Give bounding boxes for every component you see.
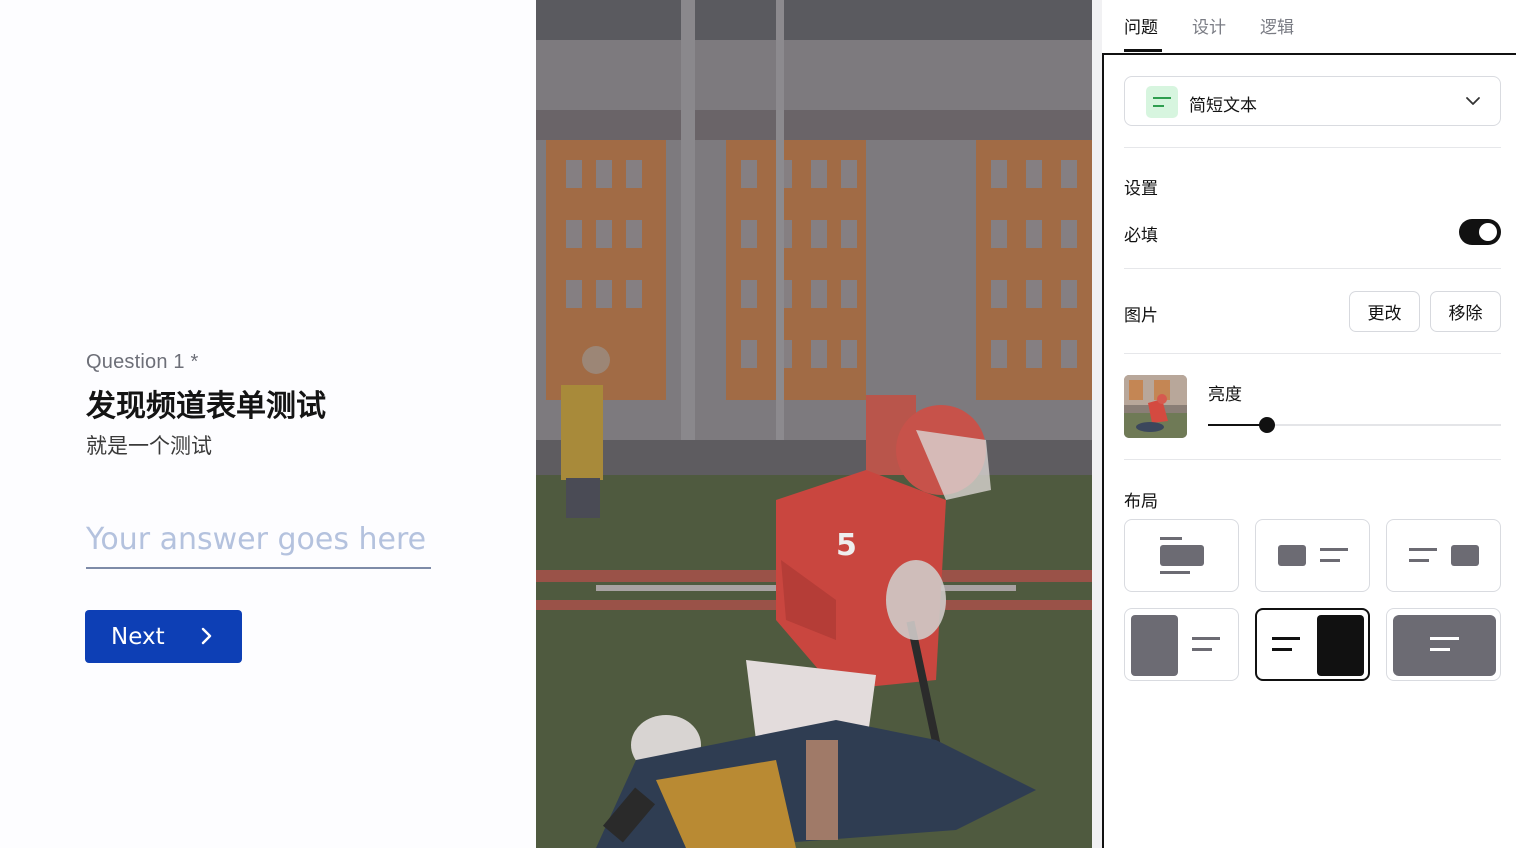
remove-image-button[interactable]: 移除 (1430, 291, 1501, 332)
question-image: 5 (536, 0, 1092, 848)
panel-body: 简短文本 设置 必填 图片 更改 移除 亮度 布局 (1102, 53, 1516, 848)
required-label: 必填 (1124, 226, 1158, 246)
image-thumbnail (1124, 375, 1187, 438)
settings-panel: 问题 设计 逻辑 简短文本 设置 必填 图片 更改 移除 亮度 布局 (1092, 0, 1516, 848)
layout-image-top-icon (1160, 537, 1204, 574)
layout-option-image-right-split[interactable] (1255, 608, 1370, 681)
divider (1124, 459, 1501, 460)
tab-design[interactable]: 设计 (1192, 13, 1226, 38)
question-type-select[interactable]: 简短文本 (1124, 76, 1501, 126)
layout-image-right-split-icon (1272, 615, 1364, 676)
layout-image-right-inline-icon (1409, 545, 1479, 566)
next-button-label: Next (111, 623, 165, 650)
short-text-icon (1146, 86, 1178, 118)
active-tab-indicator (1124, 49, 1162, 52)
answer-input[interactable] (86, 512, 431, 569)
divider (1124, 353, 1501, 354)
layout-image-left-inline-icon (1278, 545, 1348, 566)
tab-logic[interactable]: 逻辑 (1260, 13, 1294, 38)
question-title[interactable]: 发现频道表单测试 (86, 381, 326, 425)
chevron-down-icon (1466, 97, 1480, 105)
layout-option-image-right-inline[interactable] (1386, 519, 1501, 592)
panel-gutter (1092, 0, 1102, 848)
layout-option-image-left-inline[interactable] (1255, 519, 1370, 592)
required-toggle[interactable] (1459, 219, 1501, 245)
form-preview: Question 1 * 发现频道表单测试 就是一个测试 Next (0, 0, 536, 848)
divider (1124, 147, 1501, 148)
image-label: 图片 (1124, 306, 1158, 326)
next-button[interactable]: Next (85, 610, 242, 663)
toggle-knob (1479, 223, 1497, 241)
change-image-button[interactable]: 更改 (1349, 291, 1420, 332)
question-type-label: 简短文本 (1189, 96, 1257, 116)
divider (1124, 268, 1501, 269)
chevron-right-icon (201, 627, 212, 645)
settings-heading: 设置 (1124, 179, 1158, 199)
jersey-number: 5 (836, 528, 857, 563)
layout-image-left-split-icon (1131, 615, 1220, 676)
panel-tabs: 问题 设计 逻辑 (1102, 0, 1516, 54)
tab-question[interactable]: 问题 (1124, 13, 1158, 38)
slider-fill (1208, 424, 1267, 426)
layout-option-image-background[interactable] (1386, 608, 1501, 681)
question-description[interactable]: 就是一个测试 (86, 430, 212, 460)
brightness-slider[interactable] (1208, 415, 1501, 435)
layout-option-image-left-split[interactable] (1124, 608, 1239, 681)
layout-image-background-icon (1393, 615, 1496, 676)
layout-option-image-top[interactable] (1124, 519, 1239, 592)
slider-handle[interactable] (1258, 417, 1275, 433)
layout-heading: 布局 (1124, 492, 1158, 512)
brightness-label: 亮度 (1208, 385, 1242, 405)
question-number: Question 1 * (86, 351, 199, 373)
